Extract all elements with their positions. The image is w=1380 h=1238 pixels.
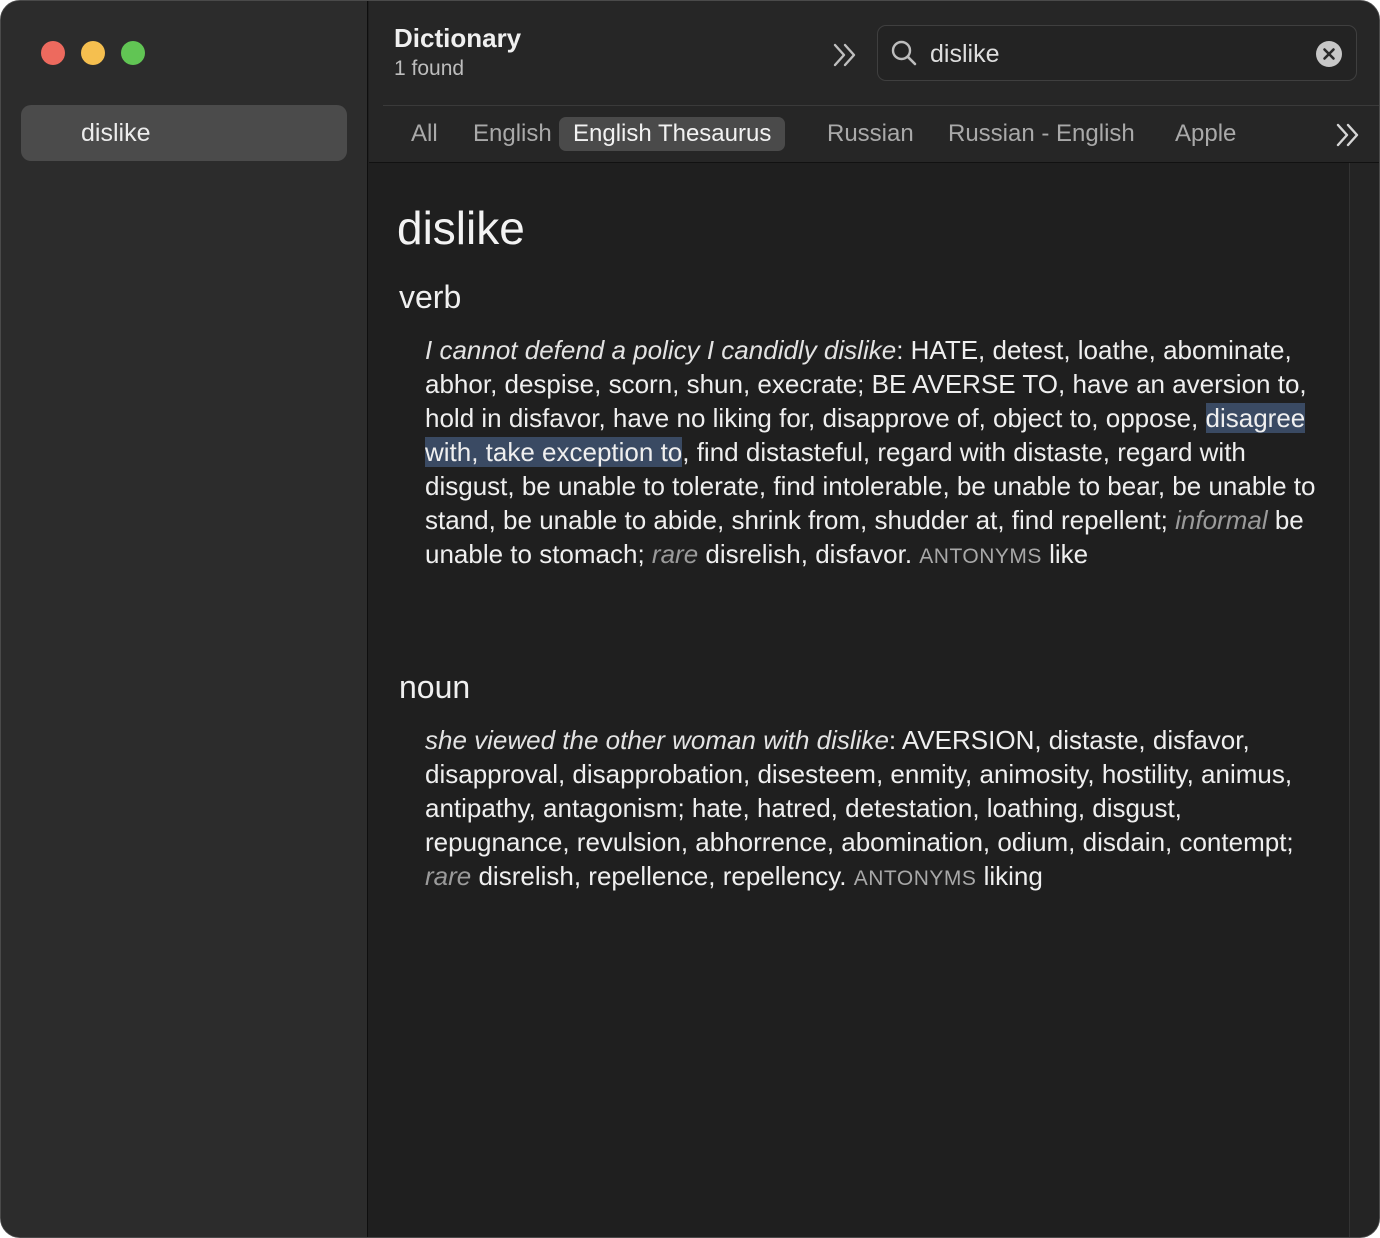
part-of-speech-verb: verb [399, 279, 462, 315]
core-synonyms: BE AVERSE TO [871, 369, 1059, 399]
tabs-bar-edge [369, 105, 383, 163]
chevron-double-right-icon[interactable] [829, 39, 861, 71]
clear-search-button[interactable] [1316, 41, 1342, 67]
clear-icon [1323, 48, 1335, 60]
core-synonyms: HATE, detest, loathe, [910, 335, 1156, 365]
register-label: rare [651, 539, 699, 569]
sidebar-item-dislike[interactable]: dislike [21, 105, 347, 161]
entry-content: dislike verb I cannot defend a policy I … [369, 163, 1349, 1237]
search-field[interactable] [877, 25, 1357, 81]
synonym-list: disrelish, repellence, repellency. [471, 861, 854, 891]
register-label: rare [425, 861, 472, 891]
headword: dislike [397, 202, 525, 254]
more-tabs-chevron-icon[interactable] [1333, 120, 1363, 150]
search-input[interactable] [930, 34, 1300, 74]
core-synonyms: AVERSION [901, 725, 1035, 755]
example-sentence: she viewed the other woman with dislike [425, 725, 889, 755]
tab-apple[interactable]: Apple [1161, 117, 1250, 151]
part-of-speech-noun: noun [399, 669, 471, 705]
app-title: Dictionary [394, 23, 522, 53]
results-count: 1 found [394, 57, 465, 80]
sidebar: dislike [1, 1, 368, 1237]
synonym-list: disrelish, disfavor. [698, 539, 920, 569]
antonym[interactable]: like [1042, 539, 1088, 569]
sidebar-item-label: dislike [81, 119, 151, 147]
tab-russian[interactable]: Russian [813, 117, 928, 151]
toolbar: Dictionary 1 found [369, 1, 1379, 105]
register-label: informal [1175, 505, 1268, 535]
tab-english[interactable]: English [459, 117, 566, 151]
example-sentence: I cannot defend a policy I candidly disl… [425, 335, 897, 365]
main-pane: Dictionary 1 found dislike All English E… [369, 1, 1379, 1237]
antonyms-label: ANTONYMS [853, 867, 977, 890]
vertical-scrollbar[interactable] [1349, 163, 1379, 1237]
tab-english-thesaurus[interactable]: English Thesaurus [559, 117, 786, 151]
close-window-button[interactable] [41, 41, 65, 65]
antonym[interactable]: liking [976, 861, 1043, 891]
source-tabs: All English English Thesaurus Russian Ru… [383, 105, 1379, 163]
search-icon [891, 40, 917, 66]
colon: : [888, 725, 902, 755]
colon: : [896, 335, 911, 365]
sense-noun: she viewed the other woman with dislike:… [425, 723, 1325, 896]
tab-russian-english[interactable]: Russian - English [934, 117, 1149, 151]
sense-verb: I cannot defend a policy I candidly disl… [425, 333, 1325, 574]
zoom-window-button[interactable] [121, 41, 145, 65]
antonyms-label: ANTONYMS [919, 545, 1042, 568]
tab-all[interactable]: All [397, 117, 452, 151]
dictionary-window: dislike Dictionary 1 found dislike All E… [0, 0, 1380, 1238]
minimize-window-button[interactable] [81, 41, 105, 65]
